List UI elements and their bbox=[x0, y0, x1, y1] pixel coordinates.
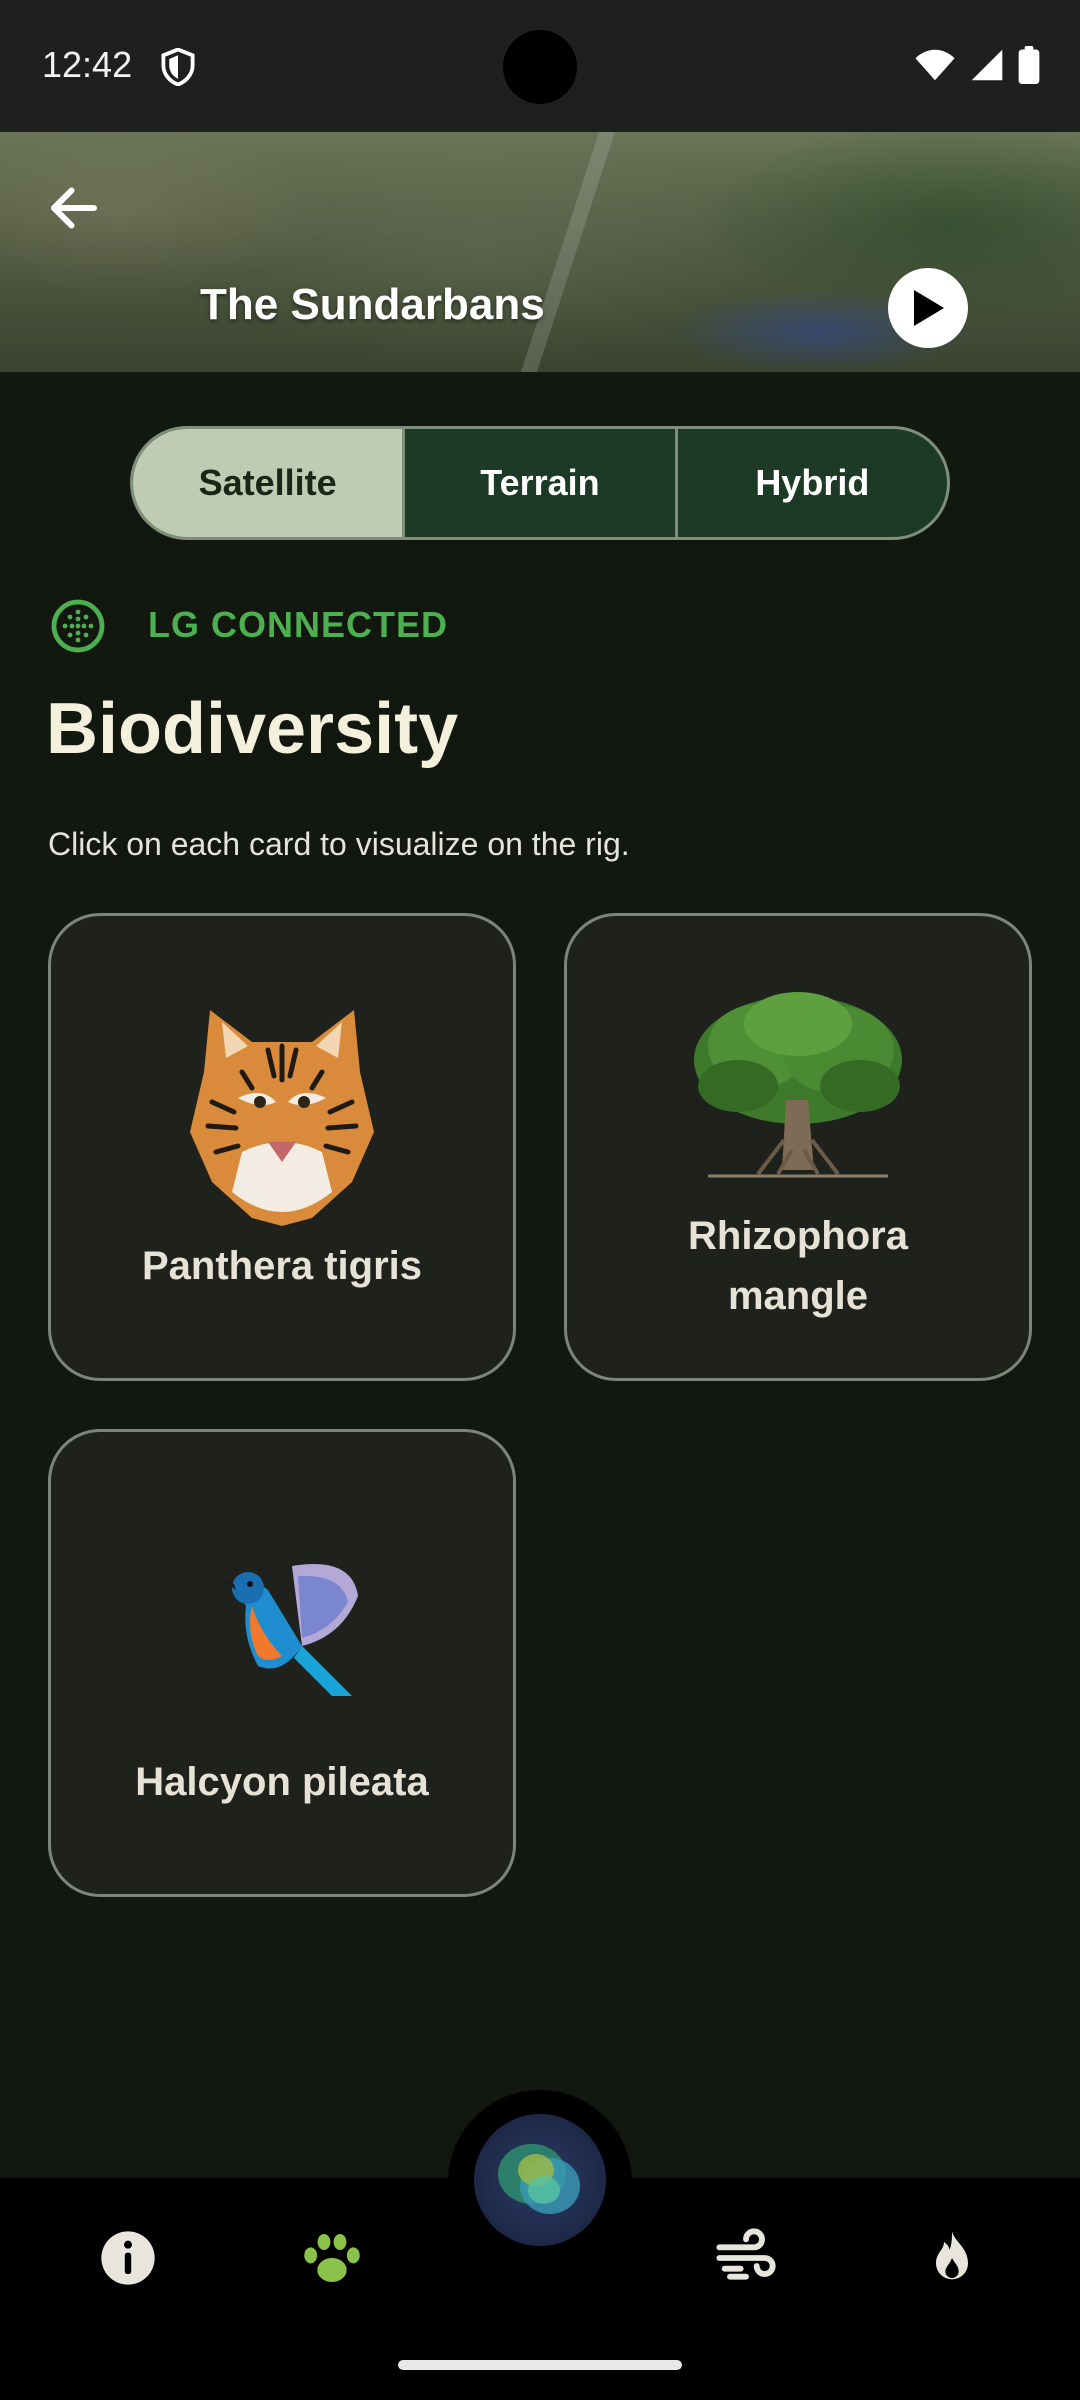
species-card-rhizophora-mangle[interactable]: Rhizophora mangle bbox=[564, 913, 1032, 1381]
mangrove-tree-icon bbox=[694, 992, 902, 1178]
wind-icon[interactable] bbox=[714, 2226, 778, 2290]
orb-graphic bbox=[498, 2144, 580, 2214]
signal-icon bbox=[971, 49, 1003, 81]
section-title: Biodiversity bbox=[46, 689, 459, 769]
card-label: Halcyon pileata bbox=[135, 1760, 429, 1804]
play-icon bbox=[914, 290, 944, 326]
card-label: Panthera tigris bbox=[141, 1244, 423, 1288]
card-label-line: mangle bbox=[727, 1274, 869, 1318]
card-label: Rhizophora mangle bbox=[567, 1206, 1029, 1326]
back-arrow-icon[interactable] bbox=[44, 178, 104, 238]
status-icons bbox=[914, 46, 1040, 84]
tiger-icon bbox=[190, 1010, 374, 1226]
section-subtitle: Click on each card to visualize on the r… bbox=[48, 826, 630, 862]
map-river bbox=[521, 132, 615, 372]
page-title: The Sundarbans bbox=[200, 280, 545, 329]
screen: 12:42 The Sundarbans Satellite Terrain H… bbox=[0, 0, 1080, 2400]
camera-cutout bbox=[503, 30, 577, 104]
map-type-hybrid[interactable]: Hybrid bbox=[674, 429, 947, 537]
paw-icon[interactable] bbox=[300, 2226, 364, 2290]
wifi-icon bbox=[915, 49, 955, 81]
species-card-halcyon-pileata[interactable]: Halcyon pileata bbox=[48, 1429, 516, 1897]
info-icon[interactable] bbox=[96, 2226, 160, 2290]
status-time: 12:42 bbox=[42, 44, 133, 85]
species-card-panthera-tigris[interactable]: Panthera tigris bbox=[48, 913, 516, 1381]
shield-icon bbox=[161, 48, 195, 86]
connection-icon bbox=[51, 599, 105, 653]
status-bar: 12:42 bbox=[0, 0, 1080, 132]
map-type-satellite[interactable]: Satellite bbox=[133, 429, 403, 537]
map-header[interactable]: The Sundarbans bbox=[0, 132, 1080, 372]
orb-icon[interactable] bbox=[474, 2114, 606, 2246]
kingfisher-icon bbox=[204, 1564, 358, 1696]
map-type-terrain[interactable]: Terrain bbox=[402, 429, 674, 537]
card-label-line: Rhizophora bbox=[688, 1214, 908, 1258]
connection-status: LG CONNECTED bbox=[148, 604, 448, 645]
battery-icon bbox=[1018, 46, 1040, 84]
home-indicator[interactable] bbox=[398, 2360, 682, 2370]
map-type-selector: Satellite Terrain Hybrid bbox=[130, 426, 950, 540]
play-button[interactable] bbox=[888, 268, 968, 348]
fire-icon[interactable] bbox=[920, 2226, 984, 2290]
